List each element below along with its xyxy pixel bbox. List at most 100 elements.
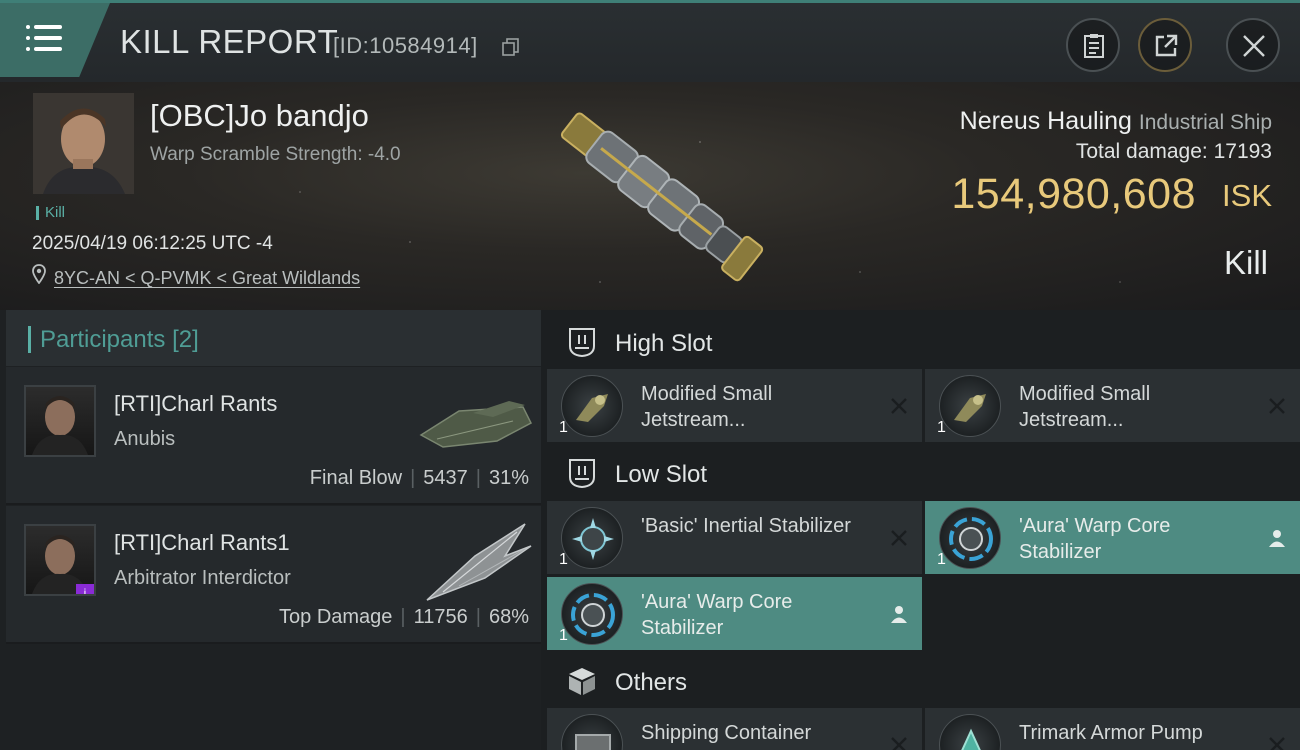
module-name: Shipping Container [641,722,812,744]
ship-name[interactable]: Nereus Hauling Industrial Ship [960,107,1272,136]
participant-percent: 68% [488,606,529,628]
afterburner-module-icon [561,375,623,437]
clipboard-button[interactable] [1066,18,1120,72]
module-item[interactable]: Shipping Container [547,708,922,750]
module-quantity: 1 [559,551,568,568]
module-quantity: 1 [937,419,946,436]
ship-class: Industrial Ship [1138,111,1272,134]
participant-ship-image [426,523,532,601]
victim-name[interactable]: [OBC]Jo bandjo [150,98,369,134]
warp-scramble-strength: Warp Scramble Strength: -4.0 [150,144,401,165]
share-button[interactable] [1138,18,1192,72]
kill-datetime: 2025/04/19 06:12:25 UTC -4 [32,233,273,254]
participant-avatar[interactable] [24,385,96,457]
page-title: KILL REPORT [120,23,339,60]
module-name: Modified Small Jetstream... [641,383,773,431]
stats-divider: | [410,467,416,489]
participant-name[interactable]: [RTI]Charl Rants1 [114,530,290,556]
module-quantity: 1 [937,551,946,568]
participants-count: [2] [172,326,199,353]
pilot-icon [1269,530,1285,547]
participant-row[interactable]: [RTI]Charl Rants Anubis Final Blow | 5437 |… [6,367,541,505]
others-header: Others [547,653,1300,710]
participant-stats: Top Damage | 11756 | 68% [279,606,529,629]
inertial-stabilizer-icon [561,507,623,569]
clipboard-icon [1084,34,1104,58]
low-slot-header: Low Slot [547,445,1300,502]
total-damage-value: 17193 [1213,140,1272,163]
kill-summary: [OBC]Jo bandjo Warp Scramble Strength: -… [0,82,1300,310]
participants-panel: Participants [2] [RTI]Charl Rants Anubis… [0,310,541,750]
participant-stats: Final Blow | 5437 | 31% [310,467,529,490]
others-label: Others [615,669,688,696]
isk-value: 154,980,608 [951,170,1196,218]
participants-accent-bar [28,326,31,353]
module-name: 'Basic' Inertial Stabilizer [641,515,851,537]
kill-result: Kill [1223,244,1268,281]
participant-role: Top Damage [279,606,393,628]
report-id: [ID:10584914] [333,33,478,58]
victim-portrait[interactable] [33,93,134,194]
fitting-panel: High Slot 1 Modified Small Jetstream... … [541,310,1300,750]
participant-role: Final Blow [309,467,403,489]
offline-x-icon [1269,737,1285,750]
isk-unit: ISK [1222,178,1272,213]
close-button[interactable] [1226,18,1280,72]
participant-ship-image [419,401,532,448]
offline-x-icon [1269,398,1285,414]
participant-damage: 5437 [423,467,468,489]
participant-name[interactable]: [RTI]Charl Rants [114,391,277,417]
module-item[interactable]: 1 'Basic' Inertial Stabilizer [547,501,922,574]
module-name: Trimark Armor Pump [1019,722,1203,744]
ship-name-text: Nereus Hauling [959,107,1132,135]
container-icon [561,714,623,750]
pilot-icon [891,606,907,623]
module-item[interactable]: Trimark Armor Pump [925,708,1300,750]
module-item[interactable]: 1 Modified Small Jetstream... [547,369,922,442]
participant-damage: 11756 [413,606,468,628]
participant-ship: Anubis [114,428,176,450]
total-damage-label: Total damage: [1075,140,1208,163]
close-icon [1243,35,1265,57]
offline-x-icon [891,398,907,414]
module-item[interactable]: 1 Modified Small Jetstream... [925,369,1300,442]
offline-x-icon [891,530,907,546]
copy-icon[interactable] [502,38,520,56]
high-slot-label: High Slot [615,330,713,357]
module-name: 'Aura' Warp Core Stabilizer [641,591,793,639]
participants-header: Participants [2] [6,310,541,366]
total-damage: Total damage: 17193 [1076,140,1272,164]
cargo-box-icon [569,668,595,695]
warp-core-stabilizer-icon [561,583,623,645]
ship-render-image [560,112,764,282]
module-name: Modified Small Jetstream... [1019,383,1151,431]
hamburger-menu-icon[interactable] [26,23,64,53]
top-bar: KILL REPORT [ID:10584914] [0,0,1300,82]
kill-tag: Kill [36,205,65,220]
participant-row[interactable]: i [RTI]Charl Rants1 Arbitrator Interdict… [6,506,541,644]
participant-percent: 31% [488,467,529,489]
participant-avatar[interactable]: i [24,524,96,596]
low-slot-icon [569,459,595,489]
stats-divider: | [400,606,406,628]
warp-core-stabilizer-icon [939,507,1001,569]
armor-pump-rig-icon [939,714,1001,750]
low-slot-label: Low Slot [615,461,708,488]
participants-title: Participants [2] [40,326,199,354]
participant-ship: Arbitrator Interdictor [114,567,291,589]
high-slot-header: High Slot [547,314,1300,371]
module-quantity: 1 [559,419,568,436]
stats-divider: | [475,467,481,489]
location-pin-icon [32,264,46,284]
victim-avatar-image [33,93,134,194]
location-link[interactable]: 8YC-AN < Q-PVMK < Great Wildlands [54,268,360,289]
module-item[interactable]: 1 'Aura' Warp Core Stabilizer [547,577,922,650]
offline-x-icon [891,737,907,750]
module-item[interactable]: 1 'Aura' Warp Core Stabilizer [925,501,1300,574]
afterburner-module-icon [939,375,1001,437]
share-icon [1155,34,1178,57]
high-slot-icon [569,328,595,358]
participants-label: Participants [40,326,166,353]
stats-divider: | [475,606,481,628]
module-quantity: 1 [559,627,568,644]
